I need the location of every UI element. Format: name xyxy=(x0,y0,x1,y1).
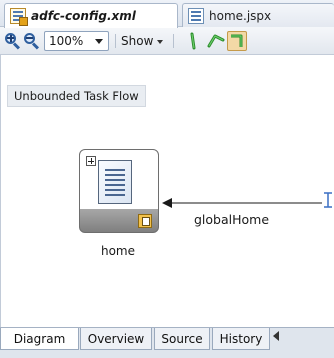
activity-name-label[interactable]: home xyxy=(78,244,158,258)
toolbar-divider xyxy=(115,34,116,48)
tab-label: Diagram xyxy=(13,331,66,346)
zoom-level-dropdown[interactable]: 100% xyxy=(44,31,109,51)
wildcard-rule-icon xyxy=(324,192,332,208)
tab-label: adfc-config.xml xyxy=(31,9,136,23)
scroll-left-arrow-icon[interactable] xyxy=(273,331,279,341)
xml-config-icon xyxy=(10,8,28,26)
chevron-down-icon xyxy=(95,38,103,44)
tab-label: Source xyxy=(161,331,203,346)
editor-tab-bar: adfc-config.xml home.jspx xyxy=(0,0,334,28)
page-document-icon xyxy=(98,160,132,204)
editor-view-tabs: Diagram Overview Source History xyxy=(0,327,334,358)
zoom-out-icon[interactable] xyxy=(23,32,41,50)
show-menu-button[interactable]: Show xyxy=(121,33,164,49)
zoom-level-value: 100% xyxy=(49,34,84,48)
tab-home-jspx[interactable]: home.jspx xyxy=(182,3,334,28)
tab-label: History xyxy=(219,331,263,346)
orthogonal-layout-icon[interactable] xyxy=(227,31,247,51)
diagram-toolbar: 100% Show xyxy=(0,27,334,55)
show-menu-label: Show xyxy=(121,34,154,48)
control-flow-connector[interactable] xyxy=(1,55,334,327)
tab-diagram[interactable]: Diagram xyxy=(0,328,79,350)
jspx-page-icon xyxy=(188,8,204,24)
toolbar-divider xyxy=(173,34,174,48)
tab-label: home.jspx xyxy=(209,9,272,23)
tab-label: Overview xyxy=(87,331,145,346)
caret-down-icon xyxy=(157,39,164,44)
control-flow-case-label[interactable]: globalHome xyxy=(194,212,269,227)
tab-history[interactable]: History xyxy=(212,328,270,350)
vertical-layout-icon[interactable] xyxy=(186,31,206,51)
expand-icon[interactable] xyxy=(86,156,96,166)
view-activity-home[interactable] xyxy=(77,146,160,237)
tab-adfc-config[interactable]: adfc-config.xml xyxy=(4,3,178,28)
diagram-canvas[interactable]: Unbounded Task Flow globalHome xyxy=(0,55,334,327)
view-page-badge-icon xyxy=(138,214,152,228)
diagonal-layout-icon[interactable] xyxy=(206,31,226,51)
zoom-in-icon[interactable] xyxy=(4,32,22,50)
tab-source[interactable]: Source xyxy=(154,328,210,350)
activity-box[interactable] xyxy=(79,149,159,233)
tab-overview[interactable]: Overview xyxy=(80,328,152,350)
